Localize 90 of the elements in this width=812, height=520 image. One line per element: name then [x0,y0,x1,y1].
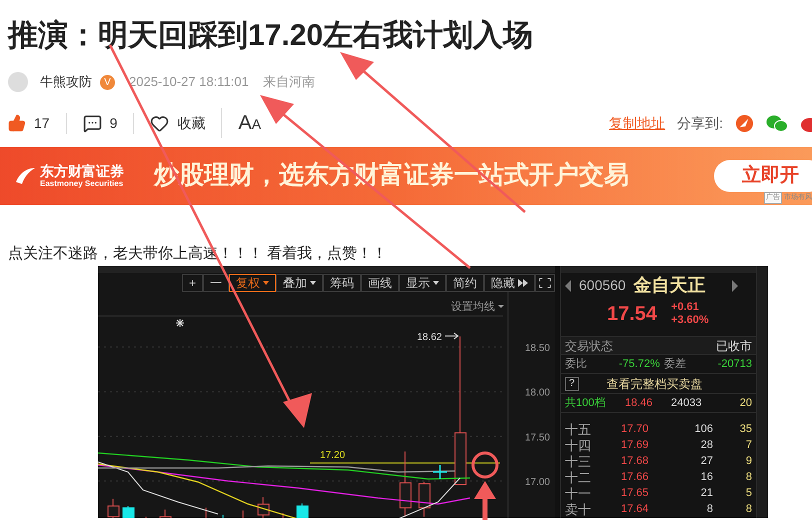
price-axis-label: 18.50 [524,343,550,354]
caret-icon [263,281,269,285]
price-change-percent: +3.60% [671,314,709,327]
level-count: 7 [744,440,752,450]
price-axis-label: 18.00 [524,388,550,399]
post-time: 2025-10-27 18:11:01 [129,73,249,92]
heart-icon [150,114,170,132]
book-count: 20 [738,396,752,411]
font-size-button[interactable]: AA [238,108,262,138]
article-title: 推演：明天回踩到17.20左右我计划入场 [6,18,534,54]
double-arrow-icon [518,279,528,287]
annotation-arrow [474,481,496,520]
level-count: 8 [744,472,752,482]
level-label: 十四 [565,438,592,452]
level-count: 8 [744,504,752,514]
full-order-book-link[interactable]: 查看完整档买卖盘 [606,374,703,392]
book-total-label: 共100档 [565,396,606,411]
target-price-label: 17.20 [320,450,346,461]
level-label: 卖十 [565,502,592,516]
chart-toolbar-button[interactable]: 叠加 [276,274,323,292]
level-volume: 27 [700,456,713,466]
chart-toolbar-button[interactable]: 画线 [361,274,399,292]
arrow-icon [444,332,459,340]
thumbs-up-icon [8,114,26,132]
level-count: 9 [744,456,752,466]
action-label[interactable]: 收藏 [177,112,206,134]
trade-status: 已收市 [716,338,752,354]
order-ratio: -75.72% [618,356,660,372]
chart-toolbar-button[interactable]: 显示 [399,274,446,292]
caret-icon [310,281,316,285]
chart-toolbar-button[interactable]: 隐藏 [484,274,535,292]
chart-toolbar-button[interactable]: 简约 [446,274,484,292]
chart-toolbar-button[interactable]: 复权 [229,274,276,292]
chart-toolbar-button[interactable]: 一 [203,274,229,292]
author-name[interactable]: 牛熊攻防 [40,72,92,92]
order-diff: -20713 [718,356,752,372]
chart-toolbar-button[interactable]: + [182,274,203,292]
level-volume: 16 [700,472,713,482]
level-price: 17.68 [621,456,650,466]
level-label: 十三 [565,454,592,468]
next-stock-icon[interactable] [732,280,738,292]
sparkle-icon [176,318,184,328]
candle [122,506,134,518]
level-volume: 28 [700,440,713,450]
open-account-button[interactable]: 立即开 [714,160,812,192]
brand-name: 东方财富证券 [40,164,124,178]
level-volume: 8 [706,504,713,514]
price-axis-label: 17.50 [524,432,550,444]
level-count: 35 [738,424,752,434]
level-volume: 106 [694,424,713,434]
crosshair-icon [432,464,448,480]
level-price: 17.70 [621,424,650,434]
chat-icon[interactable] [766,114,788,132]
stock-price: 17.54 [607,302,658,327]
post-location: 来自河南 [262,73,315,92]
comment-icon [82,114,102,132]
stock-code: 600560 [579,276,626,295]
level-label: 十一 [565,486,592,500]
verified-badge: V [100,74,115,90]
level-price: 17.65 [621,488,650,498]
price-change: +0.61 [671,301,700,314]
high-price-label: 18.62 [416,332,442,343]
book-price: 18.46 [625,396,654,411]
annotation-circle [472,452,498,478]
level-price: 17.66 [621,472,650,482]
price-axis-label: 17.00 [524,477,550,488]
logo-icon [14,166,36,186]
caret-icon [433,281,439,285]
ma-setting-label[interactable]: 设置均线 [451,301,495,313]
help-button[interactable]: ? [565,376,579,390]
share-icon[interactable] [735,114,754,132]
trade-status-label: 交易状态 [565,338,613,354]
share-label: 分享到: [677,114,723,132]
action-label[interactable]: 9 [110,112,118,134]
fullscreen-icon[interactable] [535,274,555,292]
order-diff-label: 委差 [664,356,686,372]
level-volume: 21 [700,488,713,498]
brand-name-en: Eastmoney Securities [40,180,124,188]
level-label: 十二 [565,470,592,484]
book-volume: 24033 [671,396,703,411]
candle [296,502,308,518]
stock-name: 金自天正 [634,274,706,297]
order-ratio-label: 委比 [565,356,587,372]
level-count: 5 [744,488,752,498]
chart-toolbar-button[interactable]: 筹码 [323,274,361,292]
action-label[interactable]: 17 [34,112,50,134]
level-label: 十五 [565,422,592,436]
prev-stock-icon[interactable] [565,280,571,292]
level-price: 17.64 [621,504,650,514]
level-price: 17.69 [621,440,650,450]
